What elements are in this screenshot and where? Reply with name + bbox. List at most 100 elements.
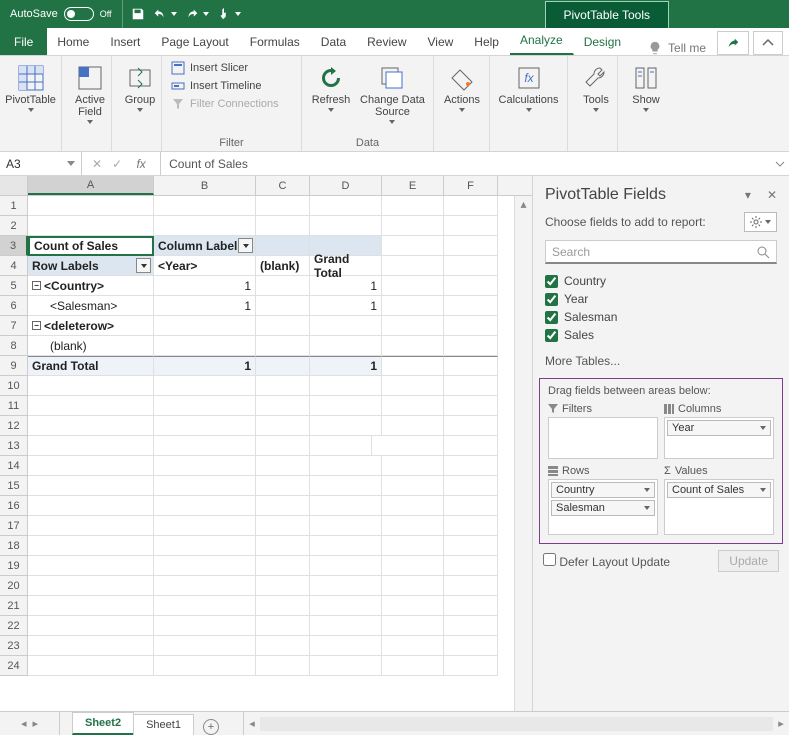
pane-options-icon[interactable]: ▾ — [745, 188, 751, 202]
show-icon — [632, 62, 660, 94]
field-search-input[interactable]: Search — [545, 240, 777, 264]
formula-input[interactable]: Count of Sales — [161, 152, 771, 175]
select-all-corner[interactable] — [0, 176, 28, 195]
vertical-scrollbar[interactable]: ▴ — [514, 196, 532, 711]
cell-b9[interactable]: 1 — [154, 356, 256, 376]
expand-formula-bar-icon[interactable] — [771, 152, 789, 175]
cell-a7[interactable]: −<deleterow> — [28, 316, 154, 336]
field-checkbox-salesman[interactable]: Salesman — [545, 310, 777, 324]
tab-design[interactable]: Design — [574, 29, 632, 55]
cell-a3[interactable]: Count of Sales — [28, 236, 154, 256]
sheet-tab-sheet2[interactable]: Sheet2 — [72, 712, 134, 735]
collapse-ribbon-icon[interactable] — [753, 31, 783, 55]
cancel-formula-icon: ✕ — [92, 157, 102, 171]
timeline-icon — [170, 78, 186, 94]
tab-home[interactable]: Home — [47, 29, 100, 55]
values-area[interactable]: ΣValues Count of Sales — [664, 465, 774, 535]
spreadsheet-grid[interactable]: A B C D E F 1 2 3 Count of Sales Column … — [0, 176, 533, 711]
tab-data[interactable]: Data — [311, 29, 357, 55]
columns-area[interactable]: Columns Year — [664, 403, 774, 459]
pane-layout-button[interactable] — [744, 212, 777, 232]
collapse-icon[interactable]: − — [32, 281, 41, 290]
tab-insert[interactable]: Insert — [100, 29, 151, 55]
cell-a4[interactable]: Row Labels — [28, 256, 154, 276]
drop-areas: Drag fields between areas below: Filters… — [539, 378, 783, 544]
rows-area[interactable]: Rows Country Salesman — [548, 465, 658, 535]
chip-count-of-sales[interactable]: Count of Sales — [667, 482, 771, 498]
columns-icon — [664, 404, 674, 414]
column-header-b[interactable]: B — [154, 176, 256, 195]
autosave-toggle[interactable]: AutoSave Off — [0, 7, 122, 21]
new-sheet-button[interactable]: + — [199, 719, 223, 735]
tab-formulas[interactable]: Formulas — [240, 29, 311, 55]
tab-help[interactable]: Help — [464, 29, 510, 55]
save-icon[interactable] — [131, 7, 145, 21]
refresh-button[interactable]: Refresh — [310, 60, 352, 114]
tools-button[interactable]: Tools — [576, 60, 616, 114]
sigma-icon: Σ — [664, 465, 671, 477]
group-button[interactable]: Group — [120, 60, 160, 114]
data-source-icon — [378, 62, 406, 94]
tell-me[interactable]: Tell me — [638, 41, 716, 55]
cell-b3[interactable]: Column Labels — [154, 236, 256, 256]
redo-icon[interactable] — [185, 7, 209, 21]
active-field-button[interactable]: Active Field — [70, 60, 110, 126]
cell-d9[interactable]: 1 — [310, 356, 382, 376]
collapse-icon[interactable]: − — [32, 321, 41, 330]
svg-text:fx: fx — [524, 71, 534, 85]
tab-page-layout[interactable]: Page Layout — [151, 29, 239, 55]
cell-d6[interactable]: 1 — [310, 296, 382, 316]
tab-analyze[interactable]: Analyze — [510, 27, 574, 55]
ribbon: PivotTable Active Field Group Insert Sli… — [0, 56, 789, 152]
touch-mode-icon[interactable] — [217, 7, 241, 21]
field-checkbox-sales[interactable]: Sales — [545, 328, 777, 342]
cell-c4[interactable]: (blank) — [256, 256, 310, 276]
cell-b4[interactable]: <Year> — [154, 256, 256, 276]
column-header-a[interactable]: A — [28, 176, 154, 195]
tools-icon — [582, 62, 610, 94]
column-labels-dropdown[interactable] — [238, 238, 253, 253]
cell-a9[interactable]: Grand Total — [28, 356, 154, 376]
cell-b5[interactable]: 1 — [154, 276, 256, 296]
cell-d4[interactable]: Grand Total — [310, 256, 382, 276]
calc-icon: fx — [515, 62, 543, 94]
change-data-source-button[interactable]: Change Data Source — [360, 60, 425, 126]
horizontal-scrollbar[interactable]: ◂▸ — [243, 712, 789, 735]
defer-update-checkbox[interactable]: Defer Layout Update — [543, 553, 670, 569]
chip-year[interactable]: Year — [667, 420, 771, 436]
undo-icon[interactable] — [153, 7, 177, 21]
cell-d5[interactable]: 1 — [310, 276, 382, 296]
name-box[interactable]: A3 — [0, 152, 82, 175]
field-checkbox-country[interactable]: Country — [545, 274, 777, 288]
filter-icon — [170, 96, 186, 112]
column-header-c[interactable]: C — [256, 176, 310, 195]
cell-b6[interactable]: 1 — [154, 296, 256, 316]
more-tables-link[interactable]: More Tables... — [533, 350, 789, 372]
pivottable-button[interactable]: PivotTable — [8, 60, 53, 114]
row-labels-dropdown[interactable] — [136, 258, 151, 273]
actions-button[interactable]: Actions — [442, 60, 482, 114]
cell-a5[interactable]: −<Country> — [28, 276, 154, 296]
field-checkbox-year[interactable]: Year — [545, 292, 777, 306]
pivottable-fields-pane: PivotTable Fields ▾ ✕ Choose fields to a… — [533, 176, 789, 711]
sheet-nav[interactable]: ◂▸ — [0, 712, 60, 735]
calculations-button[interactable]: fx Calculations — [498, 60, 559, 114]
column-header-e[interactable]: E — [382, 176, 444, 195]
show-button[interactable]: Show — [626, 60, 666, 114]
insert-timeline-button[interactable]: Insert Timeline — [170, 78, 279, 94]
share-button[interactable] — [717, 31, 749, 55]
cell-a6[interactable]: <Salesman> — [28, 296, 154, 316]
tab-view[interactable]: View — [418, 29, 465, 55]
tab-review[interactable]: Review — [357, 29, 417, 55]
sheet-tab-sheet1[interactable]: Sheet1 — [133, 714, 194, 735]
file-tab[interactable]: File — [0, 28, 47, 55]
insert-slicer-button[interactable]: Insert Slicer — [170, 60, 279, 76]
cell-a8[interactable]: (blank) — [28, 336, 154, 356]
column-header-d[interactable]: D — [310, 176, 382, 195]
filters-area[interactable]: Filters — [548, 403, 658, 459]
chip-country[interactable]: Country — [551, 482, 655, 498]
chip-salesman[interactable]: Salesman — [551, 500, 655, 516]
close-pane-icon[interactable]: ✕ — [767, 188, 777, 202]
fx-icon[interactable]: fx — [132, 157, 150, 171]
column-header-f[interactable]: F — [444, 176, 498, 195]
